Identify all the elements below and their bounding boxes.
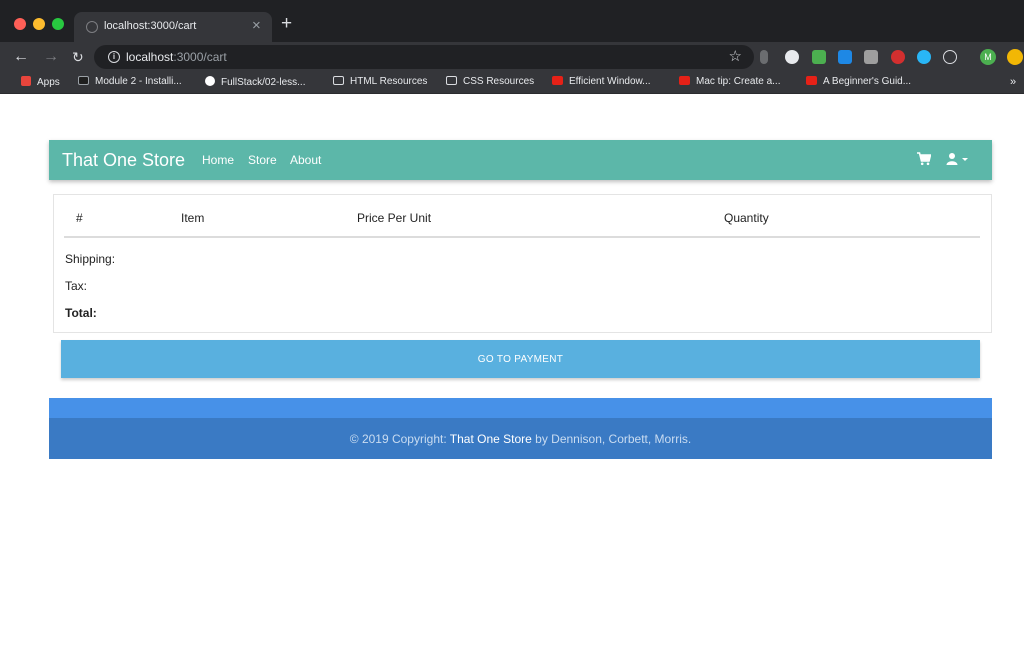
bookmarks-overflow-button[interactable]: » bbox=[1010, 76, 1016, 88]
bookmark-star-icon[interactable]: ☆ bbox=[729, 47, 742, 65]
extension-icon[interactable] bbox=[917, 50, 931, 64]
tab-close-icon[interactable]: × bbox=[252, 17, 261, 34]
youtube-icon bbox=[552, 76, 563, 85]
folder-icon bbox=[446, 76, 457, 85]
user-dropdown-icon[interactable] bbox=[946, 152, 972, 166]
footer-store-link[interactable]: That One Store bbox=[450, 432, 532, 446]
back-arrow-icon[interactable]: ← bbox=[13, 47, 29, 67]
github-icon bbox=[205, 76, 215, 86]
bookmark-html-resources[interactable]: HTML Resources bbox=[333, 76, 427, 87]
extension-icon[interactable] bbox=[812, 50, 826, 64]
bookmark-module-2[interactable]: Module 2 - Installi... bbox=[78, 76, 182, 87]
profile-avatar[interactable]: M bbox=[980, 49, 996, 65]
info-icon[interactable]: i bbox=[108, 51, 120, 63]
apps-grid-icon bbox=[21, 76, 31, 86]
forward-arrow-icon[interactable]: → bbox=[43, 47, 59, 67]
cart-table: # Item Price Per Unit Quantity Shipping:… bbox=[53, 194, 992, 333]
column-header-quantity: Quantity bbox=[724, 211, 769, 225]
nav-link-store[interactable]: Store bbox=[248, 153, 277, 167]
footer-copyright: © 2019 Copyright: That One Store by Denn… bbox=[349, 432, 692, 446]
go-to-payment-button[interactable]: GO TO PAYMENT bbox=[61, 340, 980, 378]
nav-link-home[interactable]: Home bbox=[202, 153, 234, 167]
bookmark-apps[interactable]: Apps bbox=[21, 76, 60, 88]
globe-icon bbox=[86, 21, 98, 33]
bookmark-efficient-window[interactable]: Efficient Window... bbox=[552, 76, 651, 87]
column-header-item: Item bbox=[181, 211, 205, 225]
nav-link-about[interactable]: About bbox=[290, 153, 321, 167]
address-bar[interactable]: i localhost:3000/cart ☆ bbox=[94, 45, 754, 69]
store-navbar: That One Store Home Store About bbox=[49, 140, 992, 180]
extension-icon[interactable] bbox=[760, 50, 768, 64]
new-tab-button[interactable]: + bbox=[281, 14, 292, 33]
shipping-label: Shipping: bbox=[65, 252, 116, 266]
browser-tab[interactable]: localhost:3000/cart × bbox=[74, 12, 272, 42]
tab-title: localhost:3000/cart bbox=[104, 20, 197, 32]
browser-tab-strip: localhost:3000/cart × + bbox=[0, 0, 1024, 42]
bookmark-css-resources[interactable]: CSS Resources bbox=[446, 76, 534, 87]
youtube-icon bbox=[679, 76, 690, 85]
youtube-icon bbox=[806, 76, 817, 85]
footer: © 2019 Copyright: That One Store by Denn… bbox=[49, 418, 992, 459]
column-header-number: # bbox=[76, 211, 83, 225]
table-header-divider bbox=[64, 236, 980, 238]
react-devtools-icon[interactable] bbox=[943, 50, 957, 64]
total-label: Total: bbox=[65, 306, 97, 320]
folder-icon bbox=[333, 76, 344, 85]
column-header-price: Price Per Unit bbox=[357, 211, 432, 225]
bookmark-fullstack[interactable]: FullStack/02-less... bbox=[205, 76, 305, 88]
extension-icon[interactable] bbox=[891, 50, 905, 64]
address-url: localhost:3000/cart bbox=[126, 50, 227, 64]
reload-icon[interactable]: ↻ bbox=[72, 47, 84, 67]
shopping-cart-icon[interactable] bbox=[917, 152, 931, 166]
tax-label: Tax: bbox=[65, 279, 88, 293]
extension-icon[interactable] bbox=[785, 50, 799, 64]
bookmarks-bar: Apps Module 2 - Installi... FullStack/02… bbox=[0, 72, 1024, 94]
book-icon bbox=[78, 76, 89, 85]
close-window-button[interactable] bbox=[14, 18, 26, 30]
extension-icon[interactable] bbox=[838, 50, 852, 64]
maximize-window-button[interactable] bbox=[52, 18, 64, 30]
bookmark-beginners-guide[interactable]: A Beginner's Guid... bbox=[806, 76, 911, 87]
store-brand[interactable]: That One Store bbox=[62, 150, 185, 171]
bookmark-mac-tip[interactable]: Mac tip: Create a... bbox=[679, 76, 780, 87]
minimize-window-button[interactable] bbox=[33, 18, 45, 30]
extension-icon[interactable] bbox=[864, 50, 878, 64]
menu-icon[interactable] bbox=[1007, 49, 1023, 65]
footer-band bbox=[49, 398, 992, 418]
